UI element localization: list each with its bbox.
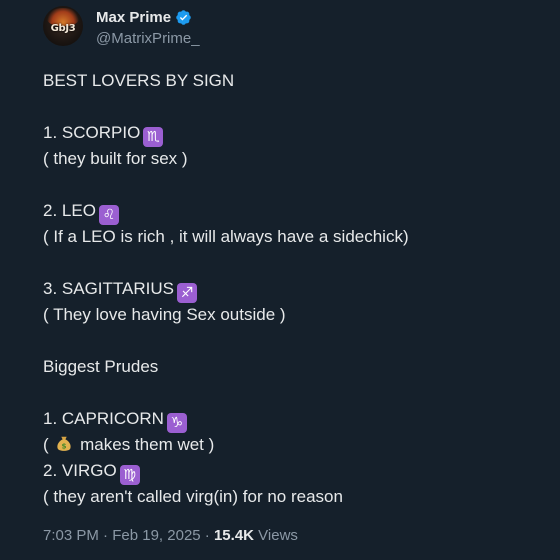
line-prefix: ( <box>43 435 49 454</box>
views-label: Views <box>258 527 298 544</box>
tweet-line: Biggest Prudes <box>43 354 543 380</box>
line-text: makes them wet ) <box>80 435 215 454</box>
avatar[interactable]: GbJ3 <box>43 6 83 46</box>
tweet-line: ( they aren't called virg(in) for no rea… <box>43 484 543 510</box>
line-text: ( they aren't called virg(in) for no rea… <box>43 487 343 506</box>
meta-separator: · <box>103 527 109 544</box>
line-text: ( They love having Sex outside ) <box>43 305 286 324</box>
svg-text:$: $ <box>62 442 67 451</box>
tweet-line: ( they built for sex ) <box>43 146 543 172</box>
sagittarius-icon: ♐ <box>177 283 197 303</box>
line-text: Biggest Prudes <box>43 357 159 376</box>
tweet-line: BEST LOVERS BY SIGN <box>43 68 543 94</box>
leo-icon: ♌ <box>98 205 119 225</box>
views-count[interactable]: 15.4K <box>214 527 254 544</box>
tweet-line: ( They love having Sex outside ) <box>43 302 543 328</box>
line-text: 3. SAGITTARIUS <box>43 279 174 298</box>
capricorn-icon: ♑ <box>166 413 187 433</box>
scorpio-icon: ♏ <box>143 127 164 147</box>
tweet-line: 1. SCORPIO ♏ <box>43 120 543 147</box>
virgo-icon: ♍ <box>119 465 140 485</box>
line-text: ( If a LEO is rich , it will always have… <box>43 227 409 246</box>
tweet-line: 3. SAGITTARIUS ♐ <box>43 276 543 303</box>
author-handle[interactable]: @MatrixPrime_ <box>96 30 200 47</box>
tweet-line: 2. VIRGO ♍ <box>43 458 543 485</box>
line-text: 2. VIRGO <box>43 461 117 480</box>
author-display-name[interactable]: Max Prime <box>96 9 171 26</box>
tweet-meta: 7:03 PM · Feb 19, 2025 · 15.4K Views <box>43 527 298 544</box>
avatar-logo-text: GbJ3 <box>50 23 76 34</box>
line-text: 1. SCORPIO <box>43 123 141 142</box>
line-text: BEST LOVERS BY SIGN <box>43 71 235 90</box>
tweet-text: BEST LOVERS BY SIGN 1. SCORPIO ♏ ( they bui… <box>43 68 543 510</box>
meta-separator: · <box>204 527 210 544</box>
tweet-date[interactable]: Feb 19, 2025 <box>112 527 200 544</box>
tweet-line: ( If a LEO is rich , it will always have… <box>43 224 543 250</box>
verified-badge-icon <box>176 9 191 25</box>
line-text: ( they built for sex ) <box>43 149 188 168</box>
tweet-line: 1. CAPRICORN ♑ <box>43 406 543 433</box>
line-text: 2. LEO <box>43 201 96 220</box>
money-bag-icon: $ <box>57 436 72 451</box>
tweet-line: 2. LEO ♌ <box>43 198 543 225</box>
tweet-card: GbJ3 Max Prime @MatrixPrime_ BEST LOVERS… <box>0 0 560 560</box>
tweet-line: ( $ makes them wet ) <box>43 432 543 458</box>
author-name-row: Max Prime <box>96 7 192 27</box>
tweet-time[interactable]: 7:03 PM <box>43 527 99 544</box>
line-text: 1. CAPRICORN <box>43 409 164 428</box>
